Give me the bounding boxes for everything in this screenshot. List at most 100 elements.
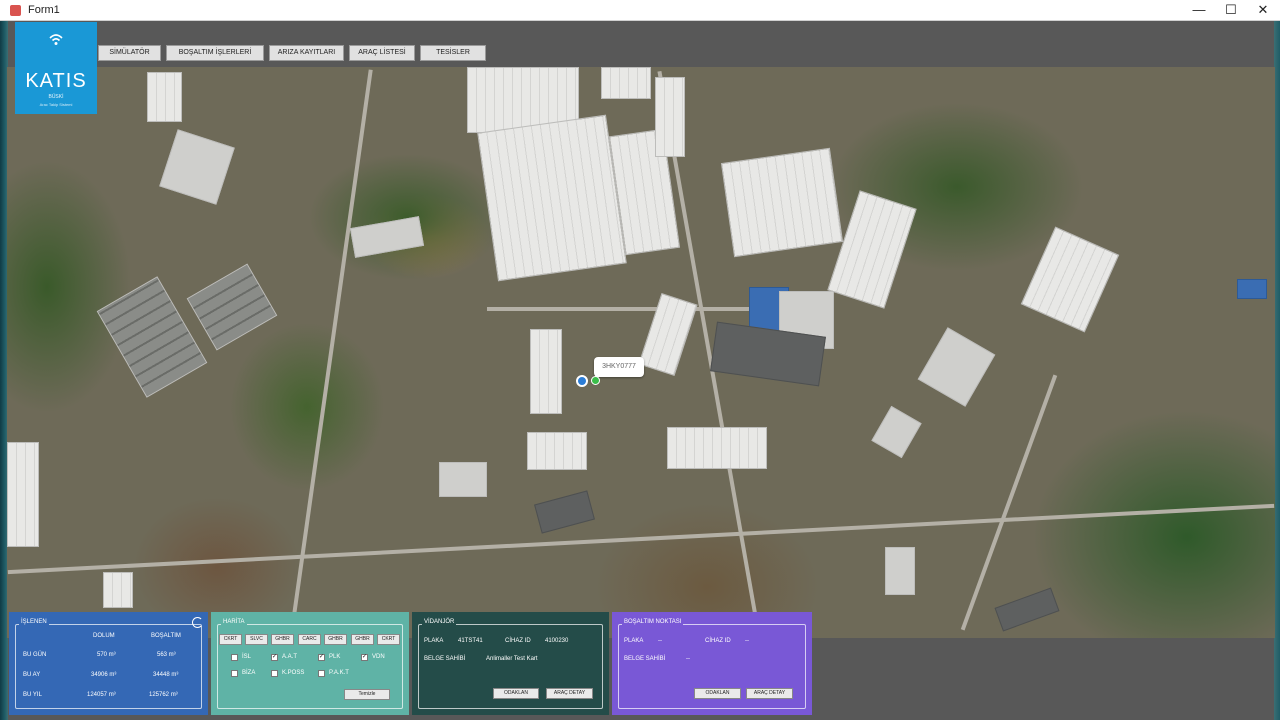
map-building [7, 442, 39, 547]
vehicle-detail-button[interactable]: ARAÇ DETAY [546, 688, 593, 699]
discharge-point-panel: BOŞALTIM NOKTASI PLAKA -- CİHAZ ID -- BE… [612, 612, 812, 715]
plaka-label: PLAKA [624, 638, 644, 644]
row-label: BU AY [23, 672, 41, 678]
filter-tag-button[interactable]: CARC [298, 634, 321, 645]
map-building [720, 147, 844, 258]
discharge-panel-title: BOŞALTIM NOKTASI [622, 619, 684, 625]
row-label: BU GÜN [23, 652, 47, 658]
checkbox-label: İSL [242, 654, 252, 660]
map-filter-title: HARİTA [221, 619, 247, 625]
menu-discharge-jobs[interactable]: BOŞALTIM İŞLERLERİ [166, 45, 264, 61]
map-road [487, 307, 787, 311]
bosaltim-value: 125762 m³ [149, 692, 178, 698]
map-building [527, 432, 587, 470]
map-building [655, 77, 685, 157]
checkbox-label: PLK [329, 654, 341, 660]
map-building [1020, 226, 1120, 333]
filter-tag-button[interactable]: GHBR [271, 634, 294, 645]
map-road [289, 69, 373, 636]
dolum-value: 124057 m³ [87, 692, 116, 698]
cihaz-label: CİHAZ ID [705, 638, 731, 644]
menu-facilities[interactable]: TESİSLER [420, 45, 486, 61]
plaka-label: PLAKA [424, 638, 444, 644]
filter-tag-button[interactable]: CKRT [219, 634, 242, 645]
pakt-checkbox[interactable] [318, 670, 325, 677]
belge-value: -- [686, 656, 690, 662]
satellite-map[interactable]: 3HKY0777 [7, 67, 1275, 638]
plaka-value: -- [658, 638, 662, 644]
map-road [7, 503, 1275, 575]
logo-brand: KATIS [25, 70, 87, 92]
map-building [994, 587, 1060, 632]
map-building [827, 190, 917, 309]
checkbox-label: VDN [372, 654, 385, 660]
cihaz-label: CİHAZ ID [505, 638, 531, 644]
logo-subtitle: Arac Takip Sistemi [39, 102, 73, 107]
map-building [147, 72, 182, 122]
map-building [349, 216, 425, 258]
wifi-icon [49, 34, 63, 45]
filter-tag-button[interactable]: SLVC [245, 634, 268, 645]
bosaltim-value: 563 m³ [157, 652, 176, 658]
vehicle-panel-title: VİDANJÖR [422, 619, 457, 625]
close-button[interactable]: ✕ [1240, 0, 1280, 21]
checkbox-label: P.A.K.T [329, 670, 349, 676]
biza-checkbox[interactable] [231, 670, 238, 677]
map-building [871, 405, 922, 459]
isl-checkbox[interactable] [231, 654, 238, 661]
stats-panel: İŞLENEN DOLUM BOŞALTIM BU GÜN 570 m³ 563… [9, 612, 208, 715]
vehicle-panel: VİDANJÖR PLAKA 41TST41 CİHAZ ID 4100230 … [412, 612, 609, 715]
stats-panel-title: İŞLENEN [19, 619, 49, 625]
map-building [667, 427, 767, 469]
menu-simulator[interactable]: SİMÜLATÖR [98, 45, 161, 61]
map-building [885, 547, 915, 595]
cihaz-value: -- [745, 638, 749, 644]
map-building [186, 263, 278, 351]
logo-sub: BÜSKİ [48, 94, 64, 100]
focus-button[interactable]: ODAKLAN [493, 688, 539, 699]
map-building [601, 67, 651, 99]
row-label: BU YIL [23, 692, 42, 698]
title-bar: Form1 — ☐ ✕ [0, 0, 1280, 21]
belge-label: BELGE SAHİBİ [624, 656, 666, 662]
map-building [96, 276, 208, 398]
bosaltim-value: 34448 m³ [153, 672, 179, 678]
refresh-icon[interactable] [192, 617, 203, 628]
checkbox-label: BİZA [242, 670, 256, 676]
dolum-value: 34906 m³ [91, 672, 117, 678]
clear-button[interactable]: Temizle [344, 689, 390, 700]
cihaz-value: 4100230 [545, 638, 569, 644]
belge-label: BELGE SAHİBİ [424, 656, 466, 662]
map-building [530, 329, 562, 414]
map-building [103, 572, 133, 608]
window-title: Form1 [28, 4, 60, 16]
vehicle-detail-button[interactable]: ARAÇ DETAY [746, 688, 793, 699]
map-filter-panel: HARİTA CKRT SLVC GHBR CARC GHBR GHBR CKR… [211, 612, 409, 715]
focus-button[interactable]: ODAKLAN [694, 688, 741, 699]
col-dolum: DOLUM [93, 633, 115, 639]
col-bosaltim: BOŞALTIM [151, 633, 181, 639]
vehicle-marker-icon[interactable] [576, 375, 588, 387]
dolum-value: 570 m³ [97, 652, 116, 658]
kposs-checkbox[interactable] [271, 670, 278, 677]
plk-checkbox[interactable]: ✓ [318, 654, 325, 661]
menu-fault-records[interactable]: ARIZA KAYITLARI [269, 45, 344, 61]
plaka-value: 41TST41 [458, 638, 483, 644]
aat-checkbox[interactable]: ✓ [271, 654, 278, 661]
filter-tag-button[interactable]: GHBR [351, 634, 374, 645]
checkbox-label: K.POSS [282, 670, 305, 676]
map-building [477, 114, 627, 282]
belge-value: Anlimaller Test Kart [486, 656, 538, 662]
vdn-checkbox[interactable]: ✓ [361, 654, 368, 661]
map-building [534, 490, 595, 534]
checkbox-label: A.A.T [282, 654, 298, 660]
filter-tag-button[interactable]: GHBR [324, 634, 347, 645]
app-icon [10, 5, 21, 16]
map-building [159, 129, 235, 205]
map-building [917, 327, 996, 407]
filter-tag-button[interactable]: CKRT [377, 634, 400, 645]
menu-vehicle-list[interactable]: ARAÇ LİSTESİ [349, 45, 415, 61]
vehicle-label-bubble[interactable]: 3HKY0777 [594, 357, 644, 377]
map-building [439, 462, 487, 497]
katis-logo: KATIS BÜSKİ Arac Takip Sistemi [15, 22, 97, 114]
